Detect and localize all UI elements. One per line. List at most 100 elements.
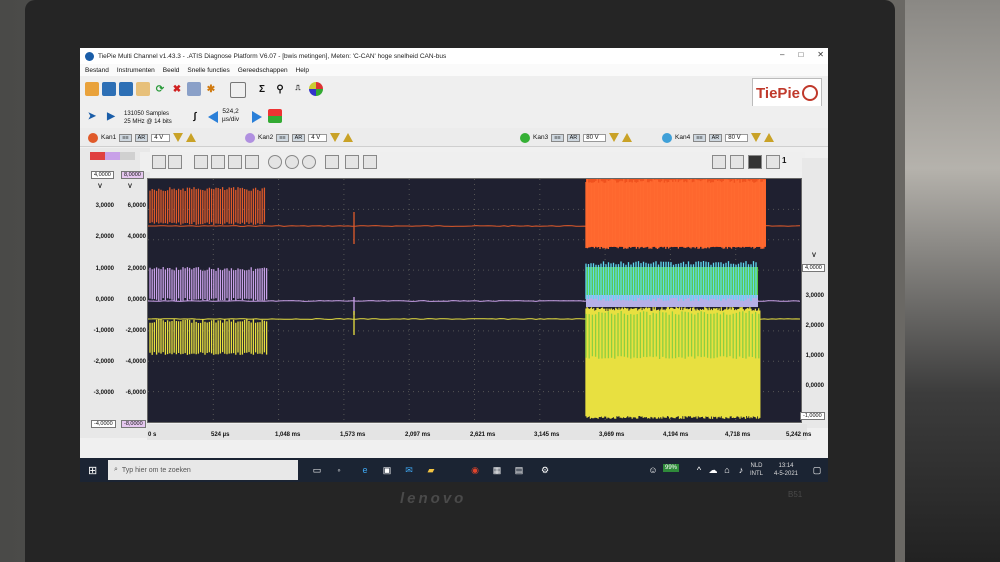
clear-icon[interactable]	[730, 155, 744, 169]
table-view-icon[interactable]	[194, 155, 208, 169]
menu-instrumenten[interactable]: Instrumenten	[117, 67, 155, 74]
time-increase-icon[interactable]	[252, 111, 262, 123]
channel-1-icon[interactable]	[88, 132, 98, 143]
print-icon[interactable]	[187, 82, 201, 96]
ch2-range-top[interactable]: 8,0000	[121, 171, 144, 179]
spectrum-icon[interactable]	[211, 155, 225, 169]
cortana-icon[interactable]: ◦	[332, 463, 346, 477]
menu-bestand[interactable]: Bestand	[85, 67, 109, 74]
measure-icon[interactable]	[345, 155, 359, 169]
mail-app-icon[interactable]: ✉	[402, 463, 416, 477]
color-wheel-icon[interactable]	[309, 82, 323, 96]
marker-icon[interactable]	[363, 155, 377, 169]
channel-1-coupling-icon[interactable]: ≡≡	[119, 133, 132, 142]
channel-3-up-icon[interactable]	[621, 133, 632, 142]
notifications-chevron-icon[interactable]: ^	[692, 463, 706, 477]
channel-4-label[interactable]: Kan4	[675, 134, 690, 141]
task-view-icon[interactable]: ▭	[310, 463, 324, 477]
save-icon[interactable]	[102, 82, 116, 96]
play-icon[interactable]: ▶	[104, 109, 118, 123]
settings-app-icon[interactable]: ⚙	[538, 463, 552, 477]
channel-4-range[interactable]: 80 V	[725, 133, 748, 142]
channel-4-down-icon[interactable]	[750, 133, 761, 142]
taskbar-search[interactable]: ⌕ Typ hier om te zoeken	[108, 460, 298, 480]
ch1-range-top[interactable]: 4,0000	[91, 171, 114, 179]
zoom-fit-icon[interactable]	[302, 155, 316, 169]
channel-1-up-icon[interactable]	[186, 133, 197, 142]
time-decrease-icon[interactable]	[208, 111, 218, 123]
channel-select-icon[interactable]	[168, 155, 182, 169]
language-indicator[interactable]: NLD INTL	[750, 462, 763, 478]
tab-channel-1-color[interactable]	[90, 152, 105, 160]
tab-channel-3-color[interactable]	[120, 152, 135, 160]
right-range-bottom[interactable]: -1,0000	[800, 412, 825, 420]
chrome-icon[interactable]: ◉	[468, 463, 482, 477]
app-window-icon[interactable]: ▦	[490, 463, 504, 477]
zoom-in-icon[interactable]	[268, 155, 282, 169]
save-as-icon[interactable]	[119, 82, 133, 96]
channel-3-down-icon[interactable]	[608, 133, 619, 142]
channel-1-label[interactable]: Kan1	[101, 134, 116, 141]
layout-icon[interactable]	[230, 82, 246, 98]
trend-icon[interactable]	[228, 155, 242, 169]
annotate-icon[interactable]	[712, 155, 726, 169]
channel-2-icon[interactable]	[245, 132, 255, 143]
channel-1-range[interactable]: 4 V	[151, 133, 171, 142]
windows-start-icon[interactable]: ⊞	[88, 464, 97, 477]
battery-indicator[interactable]: 99%	[663, 464, 680, 472]
close-view-icon[interactable]	[766, 155, 780, 169]
probe-icon[interactable]: ⚲	[273, 82, 287, 96]
minimize-button[interactable]: –	[780, 50, 784, 59]
display-icon[interactable]	[748, 155, 762, 169]
mail-icon[interactable]	[136, 82, 150, 96]
menu-snelle-functies[interactable]: Snelle functies	[187, 67, 229, 74]
channel-3-coupling-icon[interactable]: ≡≡	[551, 133, 564, 142]
action-center-icon[interactable]: ▢	[810, 463, 824, 477]
zoom-out-icon[interactable]	[285, 155, 299, 169]
sum-icon[interactable]: Σ	[255, 82, 269, 96]
edge-icon[interactable]: e	[358, 463, 372, 477]
channel-4-coupling-icon[interactable]: ≡≡	[693, 133, 706, 142]
channel-3-coupling[interactable]: AR	[566, 133, 581, 142]
menu-beeld[interactable]: Beeld	[163, 67, 180, 74]
channel-2-coupling[interactable]: AR	[291, 133, 306, 142]
open-folder-icon[interactable]	[85, 82, 99, 96]
volume-icon[interactable]: ♪	[734, 463, 748, 477]
channel-1-down-icon[interactable]	[173, 133, 184, 142]
cursor-icon[interactable]: ➤	[85, 109, 99, 123]
ch2-range-bottom[interactable]: -8,0000	[121, 420, 146, 428]
scope-app-icon[interactable]: ▤	[512, 463, 526, 477]
menu-help[interactable]: Help	[296, 67, 309, 74]
right-range-top[interactable]: 4,0000	[802, 264, 825, 272]
channel-4-up-icon[interactable]	[763, 133, 774, 142]
explorer-icon[interactable]: ▰	[424, 463, 438, 477]
maximize-button[interactable]: □	[798, 50, 803, 59]
channel-3-icon[interactable]	[520, 132, 530, 143]
ch1-range-bottom[interactable]: -4,0000	[91, 420, 116, 428]
clock[interactable]: 13:14 4-5-2021	[774, 462, 798, 478]
channel-2-label[interactable]: Kan2	[258, 134, 273, 141]
close-button[interactable]: ✕	[817, 50, 824, 59]
channel-3-label[interactable]: Kan3	[533, 134, 548, 141]
cloud-icon[interactable]: ☁	[706, 463, 720, 477]
channel-2-coupling-icon[interactable]: ≡≡	[276, 133, 289, 142]
channel-4-coupling[interactable]: AR	[708, 133, 723, 142]
grid-icon[interactable]	[245, 155, 259, 169]
channel-2-range[interactable]: 4 V	[308, 133, 328, 142]
channel-2-up-icon[interactable]	[343, 133, 354, 142]
channel-1-coupling[interactable]: AR	[134, 133, 149, 142]
channel-2-down-icon[interactable]	[330, 133, 341, 142]
delete-icon[interactable]: ✖	[170, 82, 184, 96]
record-icon[interactable]	[268, 109, 282, 123]
menu-gereedschappen[interactable]: Gereedschappen	[238, 67, 288, 74]
network-icon[interactable]: ⌂	[720, 463, 734, 477]
cursor-mode-icon[interactable]	[325, 155, 339, 169]
settings-icon[interactable]: ✱	[204, 82, 218, 96]
tab-channel-2-color[interactable]	[105, 152, 120, 160]
pulse-icon[interactable]: ⎍	[291, 82, 305, 96]
integral-icon[interactable]: ∫	[188, 109, 202, 123]
refresh-icon[interactable]: ⟳	[153, 82, 167, 96]
channel-4-icon[interactable]	[662, 132, 672, 143]
scope-plot-area[interactable]	[147, 178, 802, 423]
store-icon[interactable]: ▣	[380, 463, 394, 477]
